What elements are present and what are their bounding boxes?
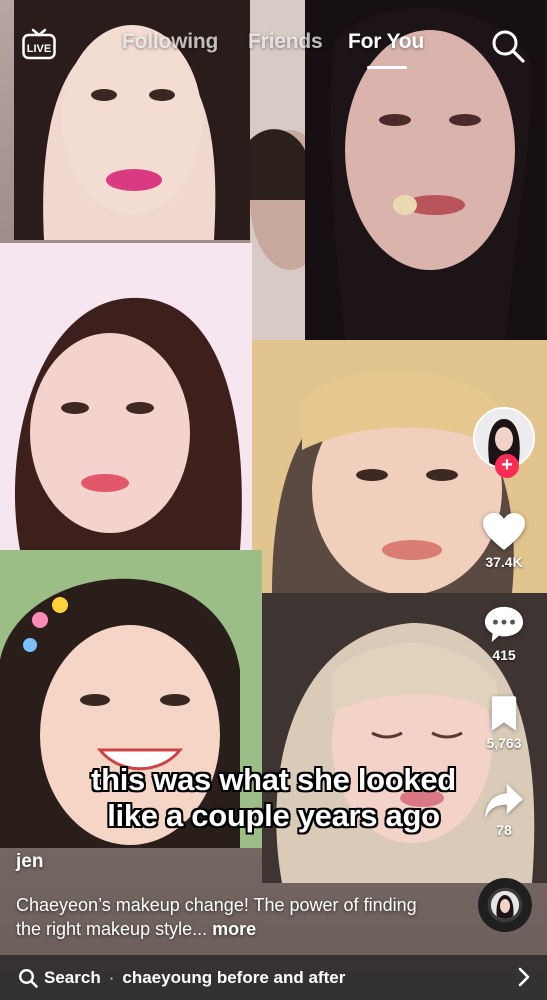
like-button[interactable]: 37.4K — [474, 512, 534, 570]
tab-friends[interactable]: Friends — [248, 30, 323, 54]
video-stage[interactable] — [0, 0, 547, 1000]
comment-icon — [484, 606, 524, 643]
tab-for-you[interactable]: For You — [348, 30, 424, 54]
comment-button[interactable]: 415 — [474, 605, 534, 663]
comment-count: 415 — [492, 647, 516, 663]
search-icon[interactable] — [490, 28, 526, 64]
chevron-right-icon — [518, 967, 530, 987]
collage-photo-3 — [0, 243, 252, 550]
tab-following[interactable]: Following — [122, 30, 218, 54]
creator-username[interactable]: jen — [16, 851, 43, 873]
save-count: 5,763 — [486, 735, 522, 751]
search-label: Search — [44, 967, 101, 987]
video-overlay-caption: this was what she looked like a couple y… — [0, 762, 547, 834]
overlay-line-2: like a couple years ago — [107, 798, 440, 833]
active-tab-indicator — [367, 66, 407, 69]
like-count: 37.4K — [485, 554, 523, 570]
follow-plus-icon[interactable]: + — [495, 454, 519, 478]
search-query: chaeyoung before and after — [122, 967, 346, 987]
video-description[interactable]: Chaeyeon’s makeup change! The power of f… — [16, 893, 436, 941]
music-disc[interactable] — [478, 878, 532, 932]
save-button[interactable]: 5,763 — [474, 695, 534, 751]
feed-tabs: Following Friends For You — [0, 30, 547, 70]
bookmark-icon — [491, 696, 517, 731]
top-navigation: LIVE Following Friends For You — [0, 0, 547, 90]
creator-avatar-button[interactable]: + — [473, 407, 535, 478]
heart-icon — [483, 513, 525, 550]
search-small-icon — [18, 968, 38, 988]
search-separator: · — [108, 967, 115, 987]
music-disc-cover — [491, 891, 519, 919]
more-link[interactable]: more — [212, 919, 256, 939]
related-search-bar[interactable]: Search · chaeyoung before and after — [0, 955, 547, 1000]
overlay-line-1: this was what she looked — [91, 762, 456, 797]
